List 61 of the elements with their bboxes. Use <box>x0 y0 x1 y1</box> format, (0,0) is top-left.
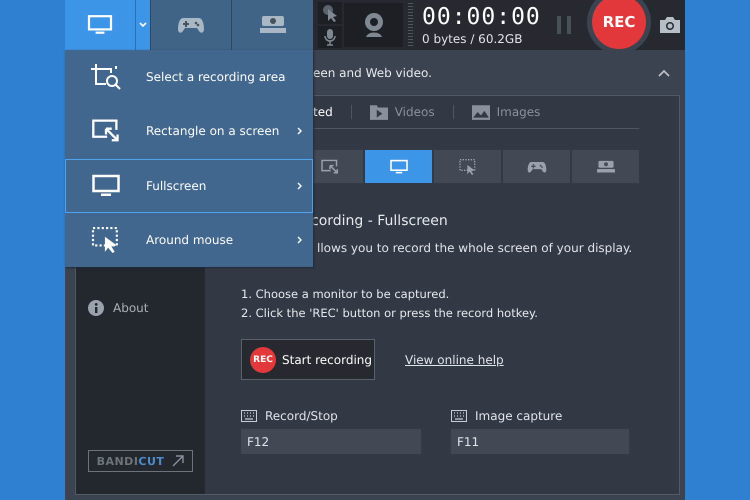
menu-item-label: Around mouse <box>146 232 234 247</box>
mode-title: een and Web video. <box>313 66 433 80</box>
keyboard-icon <box>451 410 467 422</box>
menu-item-label: Fullscreen <box>146 178 208 193</box>
mode-tab[interactable] <box>65 0 135 50</box>
keyboard-icon <box>241 410 257 422</box>
file-size: 0 bytes / 60.2GB <box>422 32 524 46</box>
screenshot-button[interactable] <box>660 17 680 33</box>
rec-badge: REC <box>250 346 276 372</box>
pause-button[interactable] <box>557 16 571 34</box>
dotted-cursor-icon <box>91 226 121 253</box>
instruction-step: 1. Choose a monitor to be captured. <box>241 285 639 304</box>
camera-icon <box>660 17 680 33</box>
menu-item[interactable]: Fullscreen <box>65 158 313 213</box>
hdmi-icon <box>594 158 616 174</box>
section-heading: cording - Fullscreen <box>310 213 449 229</box>
hotkey-label: Image capture <box>475 409 562 423</box>
microphone-button[interactable] <box>318 26 342 48</box>
monitor-icon <box>388 158 408 174</box>
hotkey-field[interactable]: F11 <box>451 429 629 454</box>
dropdown-button[interactable] <box>134 0 150 50</box>
crop-search-icon <box>91 64 121 90</box>
play-folder-icon <box>370 104 388 120</box>
microphone-icon <box>323 28 337 46</box>
resize-arrow-icon <box>320 158 340 174</box>
description: llows you to record the whole screen of your display. <box>316 241 634 255</box>
mode-tile[interactable] <box>434 150 501 183</box>
help-link[interactable]: View online help <box>405 352 504 366</box>
sidebar-item[interactable]: About <box>76 298 205 318</box>
monitor-icon <box>91 172 121 199</box>
content-tab[interactable]: ted <box>313 105 333 119</box>
menu-item-label: Rectangle on a screen <box>146 124 280 138</box>
hotkey-label: Record/Stop <box>265 409 338 423</box>
timer: 00:00:00 <box>422 4 542 30</box>
menu-item[interactable]: Around mouse <box>65 212 313 267</box>
external-link-icon <box>172 455 184 467</box>
instruction-step: 2. Click the 'REC' button or press the record hotkey. <box>241 304 639 323</box>
mode-tile[interactable] <box>572 150 639 183</box>
collapse-button[interactable] <box>658 68 670 76</box>
cursor-icon <box>322 4 338 22</box>
mode-tile[interactable] <box>503 150 570 183</box>
content-tab[interactable]: Videos <box>370 104 435 120</box>
caret-icon <box>138 22 147 28</box>
bandicut-button[interactable]: BANDICUT <box>88 450 193 472</box>
webcam-button[interactable] <box>344 3 403 47</box>
menu-item-label: Select a recording area <box>146 70 286 84</box>
resize-arrow-icon <box>91 118 121 144</box>
dotted-cursor-icon <box>458 158 478 174</box>
monitor-icon <box>86 14 114 36</box>
pause-icon <box>557 16 571 34</box>
chevron-up-icon <box>658 68 670 76</box>
cursor-button[interactable] <box>318 2 342 24</box>
menu-item[interactable]: Select a recording area <box>65 50 313 104</box>
info-icon <box>88 300 104 316</box>
record-button[interactable]: REC <box>592 0 646 49</box>
mode-tile[interactable] <box>365 150 432 183</box>
image-folder-icon <box>472 104 490 120</box>
start-recording-button[interactable]: REC Start recording <box>241 339 375 380</box>
content-tab[interactable]: Images <box>472 104 540 120</box>
hotkey-field[interactable]: F12 <box>241 429 421 454</box>
menu-item[interactable]: Rectangle on a screen <box>65 104 313 158</box>
